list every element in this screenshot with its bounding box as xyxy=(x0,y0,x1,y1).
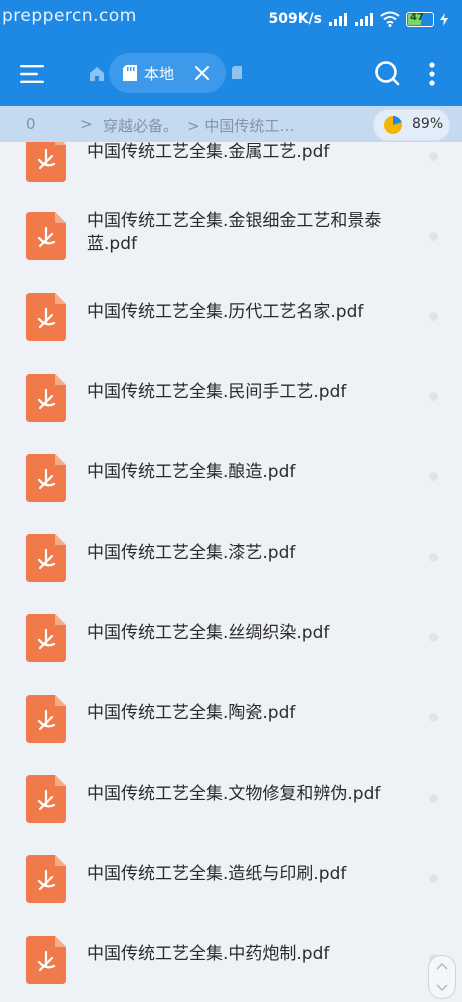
search-icon[interactable] xyxy=(373,59,401,87)
signal-icon xyxy=(329,13,347,26)
file-name-line1: 中国传统工艺全集.金银细金工艺和景泰 xyxy=(87,211,382,231)
tab-local[interactable]: 本地 xyxy=(109,53,226,93)
breadcrumb-item-current[interactable]: > 中国传统工… xyxy=(187,115,294,136)
storage-usage-chip[interactable]: 89% xyxy=(373,109,450,141)
breadcrumb: 0 > 穿越必备。 > 中国传统工… 89% xyxy=(0,106,462,142)
select-dot[interactable] xyxy=(429,794,438,803)
select-dot[interactable] xyxy=(429,713,438,722)
pdf-file-icon xyxy=(26,775,66,823)
home-icon[interactable] xyxy=(88,65,106,83)
more-vertical-icon[interactable] xyxy=(424,60,440,88)
file-name: 中国传统工艺全集.中药炮制.pdf xyxy=(87,944,330,964)
sd-card-icon[interactable] xyxy=(232,66,242,79)
select-dot[interactable] xyxy=(429,472,438,481)
fast-scroll-handle[interactable] xyxy=(428,955,456,999)
select-dot[interactable] xyxy=(429,312,438,321)
pdf-file-icon xyxy=(26,614,66,662)
battery-level: 47 xyxy=(410,11,424,23)
status-indicators: 509K/s 47 xyxy=(268,11,448,27)
pdf-file-icon xyxy=(26,374,66,422)
select-dot[interactable] xyxy=(429,232,438,241)
select-dot[interactable] xyxy=(429,152,438,161)
pdf-file-icon xyxy=(26,855,66,903)
breadcrumb-root[interactable]: 0 xyxy=(26,115,36,133)
pdf-file-icon xyxy=(26,695,66,743)
select-dot[interactable] xyxy=(429,553,438,562)
breadcrumb-item[interactable]: 穿越必备。 xyxy=(103,115,178,136)
file-name: 中国传统工艺全集.丝绸织染.pdf xyxy=(87,623,330,643)
charging-icon xyxy=(440,12,448,26)
app-header: prepperc​n.com 509K/s 47 xyxy=(0,0,462,106)
close-icon[interactable] xyxy=(193,64,211,82)
file-name: 中国传统工艺全集.历代工艺名家.pdf xyxy=(87,302,364,322)
file-name: 中国传统工艺全集.金属工艺.pdf xyxy=(87,142,330,162)
file-name: 中国传统工艺全集.文物修复和辨伪.pdf xyxy=(87,784,381,804)
signal-hd-icon xyxy=(355,13,373,26)
sd-card-icon xyxy=(123,65,137,81)
file-name: 中国传统工艺全集.民间手工艺.pdf xyxy=(87,382,347,402)
wifi-icon xyxy=(380,11,400,27)
hamburger-menu-icon[interactable] xyxy=(18,60,46,88)
file-name: 中国传统工艺全集.酿造.pdf xyxy=(87,462,296,482)
file-name: 中国传统工艺全集.造纸与印刷.pdf xyxy=(87,864,347,884)
storage-percent: 89% xyxy=(412,116,444,132)
select-dot[interactable] xyxy=(429,633,438,642)
watermark-text: prepperc​n.com xyxy=(2,6,137,26)
select-dot[interactable] xyxy=(429,874,438,883)
pdf-file-icon xyxy=(26,293,66,341)
pdf-file-icon xyxy=(26,936,66,984)
scroll-arrows-icon xyxy=(436,962,448,992)
pdf-file-icon xyxy=(26,534,66,582)
storage-pie-icon xyxy=(384,116,402,134)
breadcrumb-separator: > xyxy=(80,115,93,133)
pdf-file-icon xyxy=(26,212,66,260)
status-bar: prepperc​n.com 509K/s 47 xyxy=(0,0,462,42)
file-name-line2: 蓝.pdf xyxy=(87,234,137,254)
network-speed: 509K/s xyxy=(268,11,322,27)
file-name: 中国传统工艺全集.陶瓷.pdf xyxy=(87,703,296,723)
toolbar: 本地 xyxy=(0,42,462,106)
tab-label: 本地 xyxy=(144,65,175,83)
pdf-file-icon xyxy=(26,454,66,502)
battery-indicator: 47 xyxy=(406,11,434,27)
select-dot[interactable] xyxy=(429,392,438,401)
file-list: 中国传统工艺全集.金属工艺.pdf 中国传统工艺全集.金银细金工艺和景泰 蓝.p… xyxy=(0,0,462,1000)
file-name: 中国传统工艺全集.漆艺.pdf xyxy=(87,543,296,563)
